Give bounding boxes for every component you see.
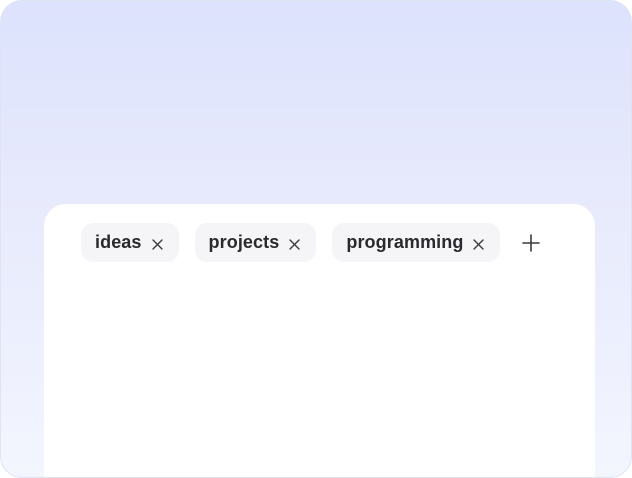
tag-label: projects — [208, 232, 280, 252]
tag-chip[interactable]: projects — [194, 223, 317, 262]
close-icon[interactable] — [473, 238, 485, 250]
tag-label: ideas — [95, 232, 142, 252]
close-icon[interactable] — [289, 238, 301, 250]
tag-list: ideas projects programming — [81, 223, 542, 262]
tag-chip[interactable]: ideas — [81, 223, 179, 262]
app-window: ideas projects programming — [0, 0, 632, 478]
plus-icon[interactable] — [520, 232, 542, 254]
tag-chip[interactable]: programming — [332, 223, 501, 262]
tag-label: programming — [346, 232, 464, 252]
close-icon[interactable] — [151, 238, 163, 250]
tag-card: ideas projects programming — [44, 204, 595, 477]
